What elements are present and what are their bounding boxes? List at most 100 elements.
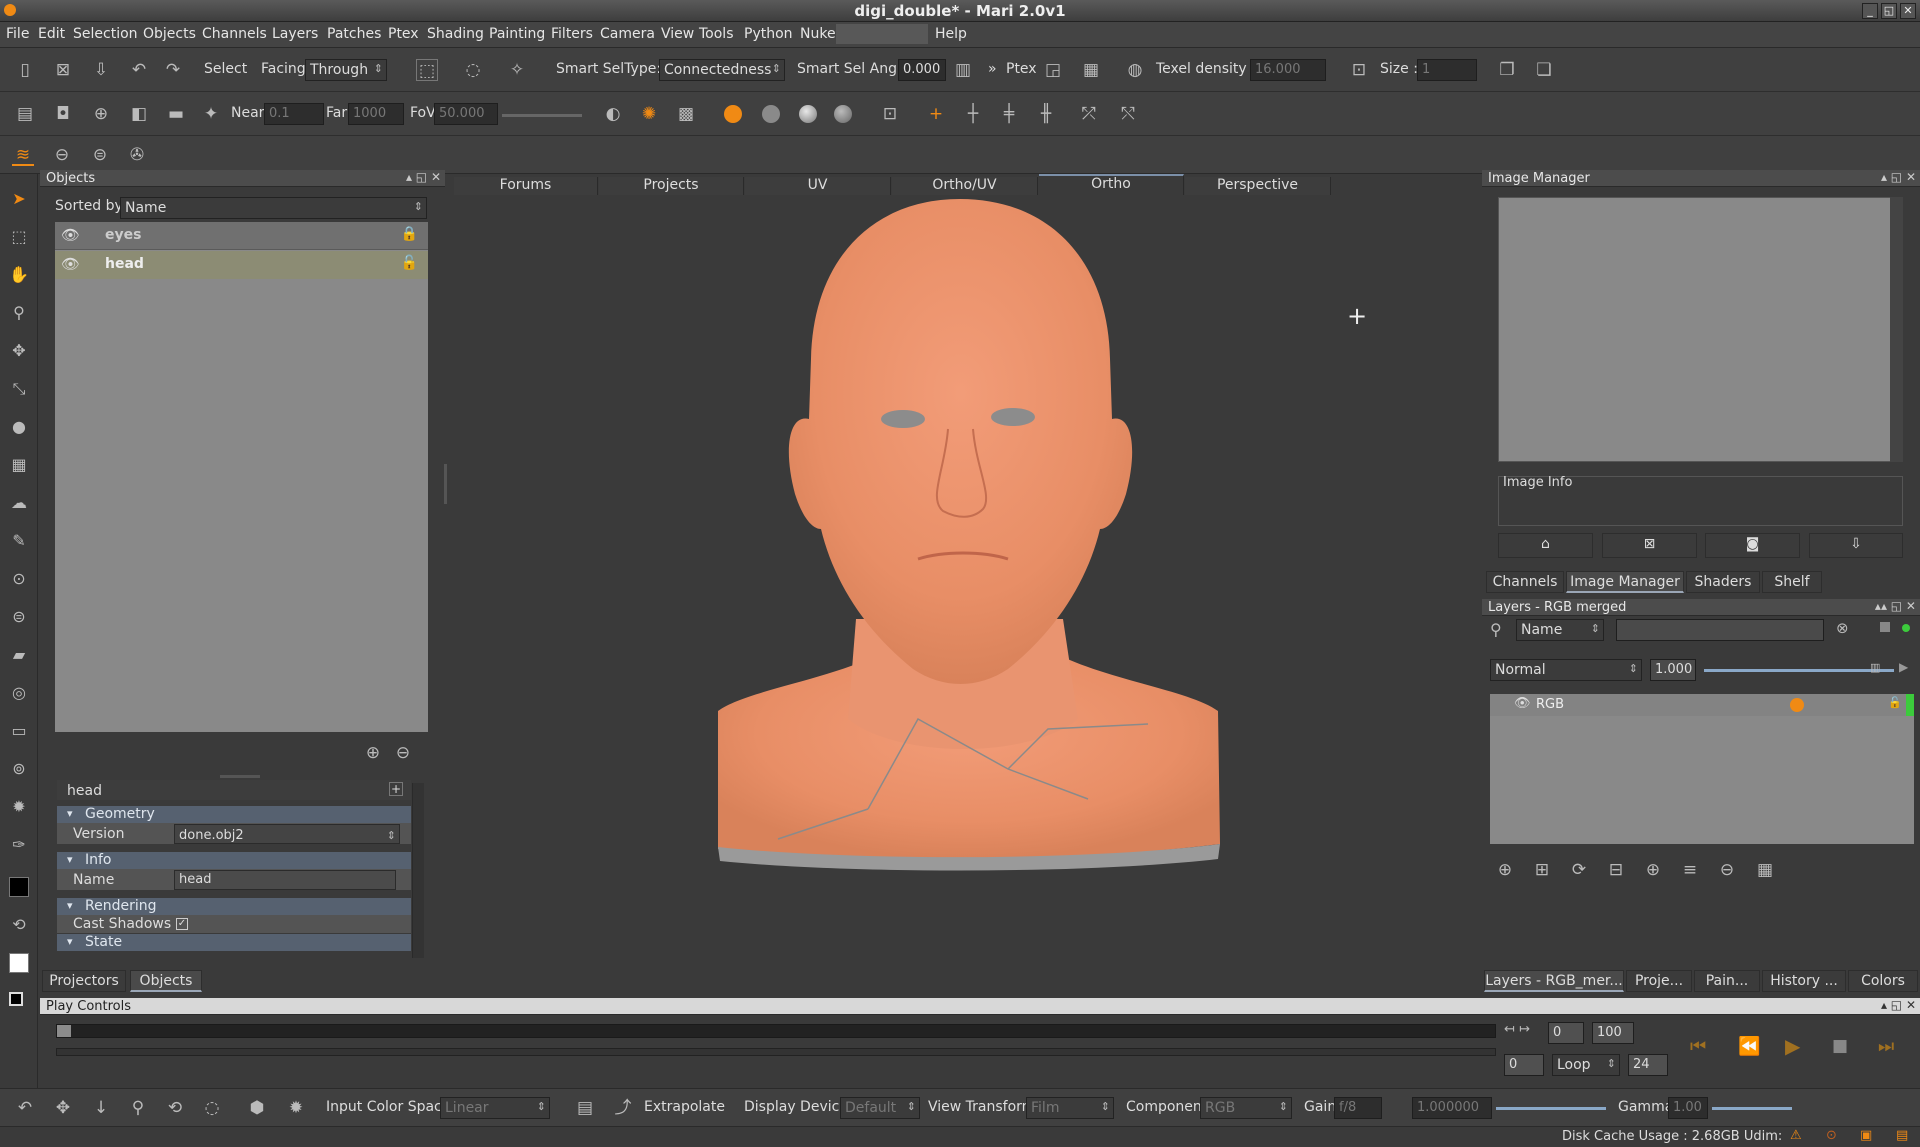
tab-channels[interactable]: Channels bbox=[1486, 571, 1564, 593]
down-view-icon[interactable]: ↓ bbox=[90, 1097, 112, 1119]
current-frame-input[interactable]: 0 bbox=[1504, 1054, 1544, 1076]
menu-filters[interactable]: Filters bbox=[551, 26, 593, 42]
fov-input[interactable]: 50.000 bbox=[434, 103, 498, 125]
tab-projectors[interactable]: Projectors bbox=[42, 970, 126, 992]
layer-grid-icon[interactable]: ▦ bbox=[1754, 859, 1776, 881]
filter-toggle-icon[interactable] bbox=[1880, 622, 1890, 632]
unlock-icon[interactable]: 🔓 bbox=[401, 255, 418, 271]
delete-image-icon[interactable]: ⊠ bbox=[1602, 533, 1697, 558]
start-frame-input[interactable]: 0 bbox=[1548, 1022, 1584, 1044]
paint-through-icon[interactable]: ◐ bbox=[602, 103, 624, 125]
frame-icon[interactable]: ⊡ bbox=[879, 103, 901, 125]
angle-slider-icon[interactable]: ▥ bbox=[952, 59, 974, 81]
undo-view-icon[interactable]: ↶ bbox=[14, 1097, 36, 1119]
loop-mode-combo[interactable]: Loop bbox=[1552, 1054, 1620, 1076]
pan-tool-icon[interactable]: ✋ bbox=[8, 264, 30, 286]
far-input[interactable]: 1000 bbox=[348, 103, 404, 125]
panel-float-icon[interactable]: ▴▴ ◱ ✕ bbox=[1875, 599, 1916, 613]
near-input[interactable]: 0.1 bbox=[264, 103, 324, 125]
eraser-tool-icon[interactable]: ▰ bbox=[8, 644, 30, 666]
smart-sel-angle-input[interactable]: 0.000 bbox=[898, 59, 946, 81]
slide-tool-icon[interactable]: ⊚ bbox=[8, 758, 30, 780]
projector-b-icon[interactable]: ⊜ bbox=[89, 144, 111, 166]
menu-file[interactable]: File bbox=[6, 26, 29, 42]
background-color-swatch[interactable] bbox=[9, 953, 29, 973]
globe-icon[interactable]: ◍ bbox=[1124, 59, 1146, 81]
gamma-input[interactable]: 1.00 bbox=[1668, 1097, 1708, 1119]
menu-help[interactable]: Help bbox=[935, 26, 967, 42]
add-layer-icon[interactable]: ⊕ bbox=[1494, 859, 1516, 881]
layout-icon[interactable]: ▤ bbox=[14, 103, 36, 125]
distribute-icon[interactable]: ╫ bbox=[1035, 103, 1057, 125]
state-section[interactable]: State bbox=[57, 934, 411, 951]
layer-filter-input[interactable] bbox=[1616, 619, 1824, 641]
cast-shadows-checkbox[interactable]: ✓ bbox=[176, 918, 188, 930]
align-h-icon[interactable]: ╪ bbox=[998, 103, 1020, 125]
tab-image-manager[interactable]: Image Manager bbox=[1566, 571, 1684, 593]
tab-layers[interactable]: Layers - RGB_mer... bbox=[1484, 970, 1624, 992]
opacity-slider[interactable] bbox=[1704, 669, 1894, 672]
rotate-view-icon[interactable]: ⟲ bbox=[164, 1097, 186, 1119]
geometry-section[interactable]: Geometry bbox=[57, 806, 411, 823]
color-profile-icon[interactable]: ⬢ bbox=[246, 1097, 268, 1119]
zoom-tool-icon[interactable]: ⚲ bbox=[8, 302, 30, 324]
minimize-icon[interactable]: _ bbox=[1862, 3, 1878, 19]
menu-selection[interactable]: Selection bbox=[73, 26, 138, 42]
splitter-handle[interactable] bbox=[220, 775, 260, 778]
maximize-icon[interactable]: ◱ bbox=[1881, 3, 1897, 19]
zoom-view-icon[interactable]: ⚲ bbox=[127, 1097, 149, 1119]
add-adjustment-icon[interactable]: ⊞ bbox=[1531, 859, 1553, 881]
menu-painting[interactable]: Painting bbox=[489, 26, 545, 42]
reset-colors-icon[interactable] bbox=[9, 992, 23, 1006]
pin-tool-icon[interactable]: ✎ bbox=[8, 530, 30, 552]
menu-python[interactable]: Python bbox=[744, 26, 793, 42]
opacity-slider-handle-icon[interactable]: ▥ bbox=[1870, 661, 1880, 674]
select-tool-icon[interactable]: ➤ bbox=[8, 188, 30, 210]
ptex-resize-icon[interactable]: ◲ bbox=[1042, 59, 1064, 81]
circle-view-icon[interactable]: ◌ bbox=[201, 1097, 223, 1119]
projector-a-icon[interactable]: ⊖ bbox=[51, 144, 73, 166]
transform-icon[interactable]: ⤱ bbox=[1078, 103, 1100, 125]
gear-tool-icon[interactable]: ✹ bbox=[8, 796, 30, 818]
add-group-icon[interactable]: ⊕ bbox=[1642, 859, 1664, 881]
log-icon[interactable]: ▤ bbox=[1896, 1128, 1908, 1143]
set-start-icon[interactable]: ↤ ↦ bbox=[1504, 1022, 1530, 1037]
add-object-icon[interactable]: ⊕ bbox=[362, 742, 384, 764]
remove-object-icon[interactable]: ⊖ bbox=[392, 742, 414, 764]
menu-camera[interactable]: Camera bbox=[600, 26, 655, 42]
gamma-slider[interactable] bbox=[1712, 1107, 1792, 1110]
image-manager-scrollbar[interactable] bbox=[1890, 197, 1903, 462]
move-view-icon[interactable]: ✥ bbox=[52, 1097, 74, 1119]
blur-tool-icon[interactable]: ⊜ bbox=[8, 606, 30, 628]
menu-edit[interactable]: Edit bbox=[38, 26, 65, 42]
tab-perspective[interactable]: Perspective bbox=[1185, 177, 1331, 195]
grid-tool-icon[interactable]: ▦ bbox=[8, 454, 30, 476]
list-item[interactable]: 👁 head 🔓 bbox=[55, 251, 428, 279]
properties-scrollbar[interactable] bbox=[412, 783, 424, 958]
end-frame-input[interactable]: 100 bbox=[1592, 1022, 1634, 1044]
version-combo[interactable]: done.obj2 bbox=[174, 824, 400, 845]
projection-icon[interactable]: ≋ bbox=[12, 144, 34, 166]
eye-icon[interactable]: 👁 bbox=[1514, 696, 1531, 711]
viewport[interactable]: Forums Projects UV Ortho/UV Ortho Perspe… bbox=[444, 174, 1478, 994]
panel-float-icon[interactable]: ▴ ◱ ✕ bbox=[406, 170, 441, 184]
fov-slider[interactable] bbox=[502, 114, 582, 117]
add-property-icon[interactable]: + bbox=[389, 782, 403, 796]
lighting-icon[interactable]: ✺ bbox=[638, 103, 660, 125]
paste-layout-icon[interactable]: ❏ bbox=[1533, 59, 1555, 81]
menu-ptex[interactable]: Ptex bbox=[388, 26, 419, 42]
close-icon[interactable]: ✕ bbox=[1900, 3, 1916, 19]
info-section[interactable]: Info bbox=[57, 852, 411, 869]
gradient-tool-icon[interactable]: ▭ bbox=[8, 720, 30, 742]
rect-select-icon[interactable]: ⬚ bbox=[416, 59, 438, 81]
lock-icon[interactable]: 🔓 bbox=[1888, 696, 1902, 709]
stop-icon[interactable]: ■ bbox=[1832, 1036, 1848, 1056]
view-image-icon[interactable]: ◙ bbox=[1705, 533, 1800, 558]
brush-select-icon[interactable]: ✧ bbox=[506, 59, 528, 81]
smudge-tool-icon[interactable]: ☁ bbox=[8, 492, 30, 514]
transform-tool-icon[interactable]: ⤡ bbox=[8, 378, 30, 400]
tab-objects[interactable]: Objects bbox=[130, 970, 202, 992]
cube-icon[interactable]: ◧ bbox=[128, 103, 150, 125]
remove-layer-icon[interactable]: ⊖ bbox=[1716, 859, 1738, 881]
tab-projection[interactable]: Proje... bbox=[1626, 970, 1692, 992]
